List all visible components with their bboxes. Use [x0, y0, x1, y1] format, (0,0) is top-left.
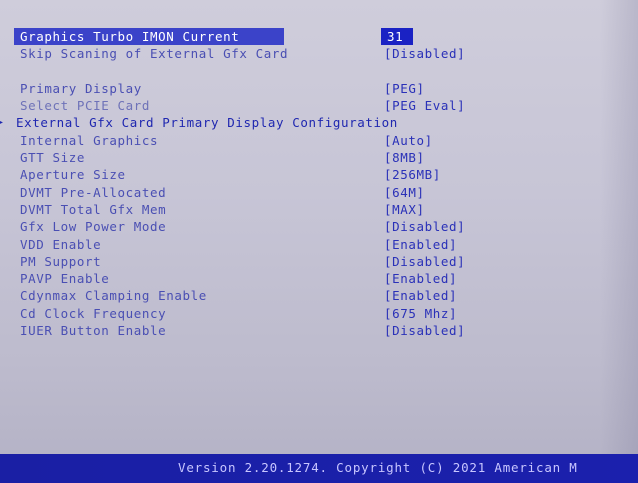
submenu-arrow-icon: ▸ [0, 117, 5, 129]
setting-label: Graphics Turbo IMON Current [20, 29, 240, 44]
setting-value[interactable]: [Disabled] [384, 322, 465, 339]
setting-label: Primary Display [20, 80, 142, 96]
setting-primary-display[interactable]: Primary Display [PEG] [20, 80, 620, 97]
setting-value[interactable]: [Disabled] [384, 253, 465, 270]
setting-label: VDD Enable [20, 236, 102, 252]
setting-value[interactable]: [PEG] [384, 80, 425, 97]
setting-value[interactable]: [Enabled] [384, 287, 457, 304]
setting-value[interactable]: [MAX] [384, 201, 425, 218]
setting-value[interactable]: [675 Mhz] [384, 305, 457, 322]
setting-aperture-size[interactable]: Aperture Size [256MB] [20, 166, 620, 183]
setting-internal-graphics[interactable]: Internal Graphics [Auto] [20, 132, 620, 149]
setting-label: GTT Size [20, 150, 86, 166]
setting-label: Internal Graphics [20, 132, 159, 148]
setting-value[interactable]: [Disabled] [384, 218, 465, 235]
setting-cd-clock-frequency[interactable]: Cd Clock Frequency [675 Mhz] [20, 305, 620, 322]
setting-skip-scaning-external-gfx[interactable]: Skip Scaning of External Gfx Card [Disab… [20, 45, 620, 62]
setting-value[interactable]: [Disabled] [384, 45, 465, 62]
setting-label: Select PCIE Card [20, 98, 151, 114]
setting-dvmt-total-gfx-mem[interactable]: DVMT Total Gfx Mem [MAX] [20, 201, 620, 218]
setting-value-input[interactable]: 31 [384, 28, 403, 45]
setting-iuer-button-enable[interactable]: IUER Button Enable [Disabled] [20, 322, 620, 339]
setting-pm-support[interactable]: PM Support [Disabled] [20, 253, 620, 270]
setting-gtt-size[interactable]: GTT Size [8MB] [20, 149, 620, 166]
setting-label: IUER Button Enable [20, 323, 167, 339]
setting-label: Aperture Size [20, 167, 126, 183]
submenu-label: External Gfx Card Primary Display Config… [16, 115, 398, 131]
setting-value[interactable]: [8MB] [384, 149, 425, 166]
setting-label: PM Support [20, 253, 102, 269]
setting-select-pcie-card[interactable]: Select PCIE Card [PEG Eval] [20, 97, 620, 114]
version-text: Version 2.20.1274. Copyright (C) 2021 Am… [178, 460, 578, 475]
setting-label: Cd Clock Frequency [20, 305, 167, 321]
submenu-external-gfx-config[interactable]: ▸ External Gfx Card Primary Display Conf… [0, 114, 620, 131]
setting-cdynmax-clamping-enable[interactable]: Cdynmax Clamping Enable [Enabled] [20, 287, 620, 304]
setting-value[interactable]: [Enabled] [384, 236, 457, 253]
setting-label: DVMT Total Gfx Mem [20, 201, 167, 217]
setting-label: Gfx Low Power Mode [20, 219, 167, 235]
setting-graphics-turbo-imon-current[interactable]: Graphics Turbo IMON Current 31 [20, 28, 620, 45]
setting-label: Skip Scaning of External Gfx Card [20, 46, 289, 62]
screen-edge-shade [600, 0, 638, 454]
setting-label: PAVP Enable [20, 271, 110, 287]
setting-value[interactable]: [Enabled] [384, 270, 457, 287]
setting-dvmt-pre-allocated[interactable]: DVMT Pre-Allocated [64M] [20, 184, 620, 201]
setting-value[interactable]: [256MB] [384, 166, 441, 183]
footer-bar: Version 2.20.1274. Copyright (C) 2021 Am… [0, 454, 638, 483]
setting-value[interactable]: [Auto] [384, 132, 433, 149]
bios-screen: Graphics Turbo IMON Current 31 Skip Scan… [0, 0, 638, 483]
setting-value[interactable]: [64M] [384, 184, 425, 201]
setting-gfx-low-power-mode[interactable]: Gfx Low Power Mode [Disabled] [20, 218, 620, 235]
setting-pavp-enable[interactable]: PAVP Enable [Enabled] [20, 270, 620, 287]
setting-label: DVMT Pre-Allocated [20, 184, 167, 200]
setting-value[interactable]: [PEG Eval] [384, 97, 465, 114]
settings-list: Graphics Turbo IMON Current 31 Skip Scan… [0, 28, 620, 339]
setting-label: Cdynmax Clamping Enable [20, 288, 207, 304]
setting-vdd-enable[interactable]: VDD Enable [Enabled] [20, 236, 620, 253]
